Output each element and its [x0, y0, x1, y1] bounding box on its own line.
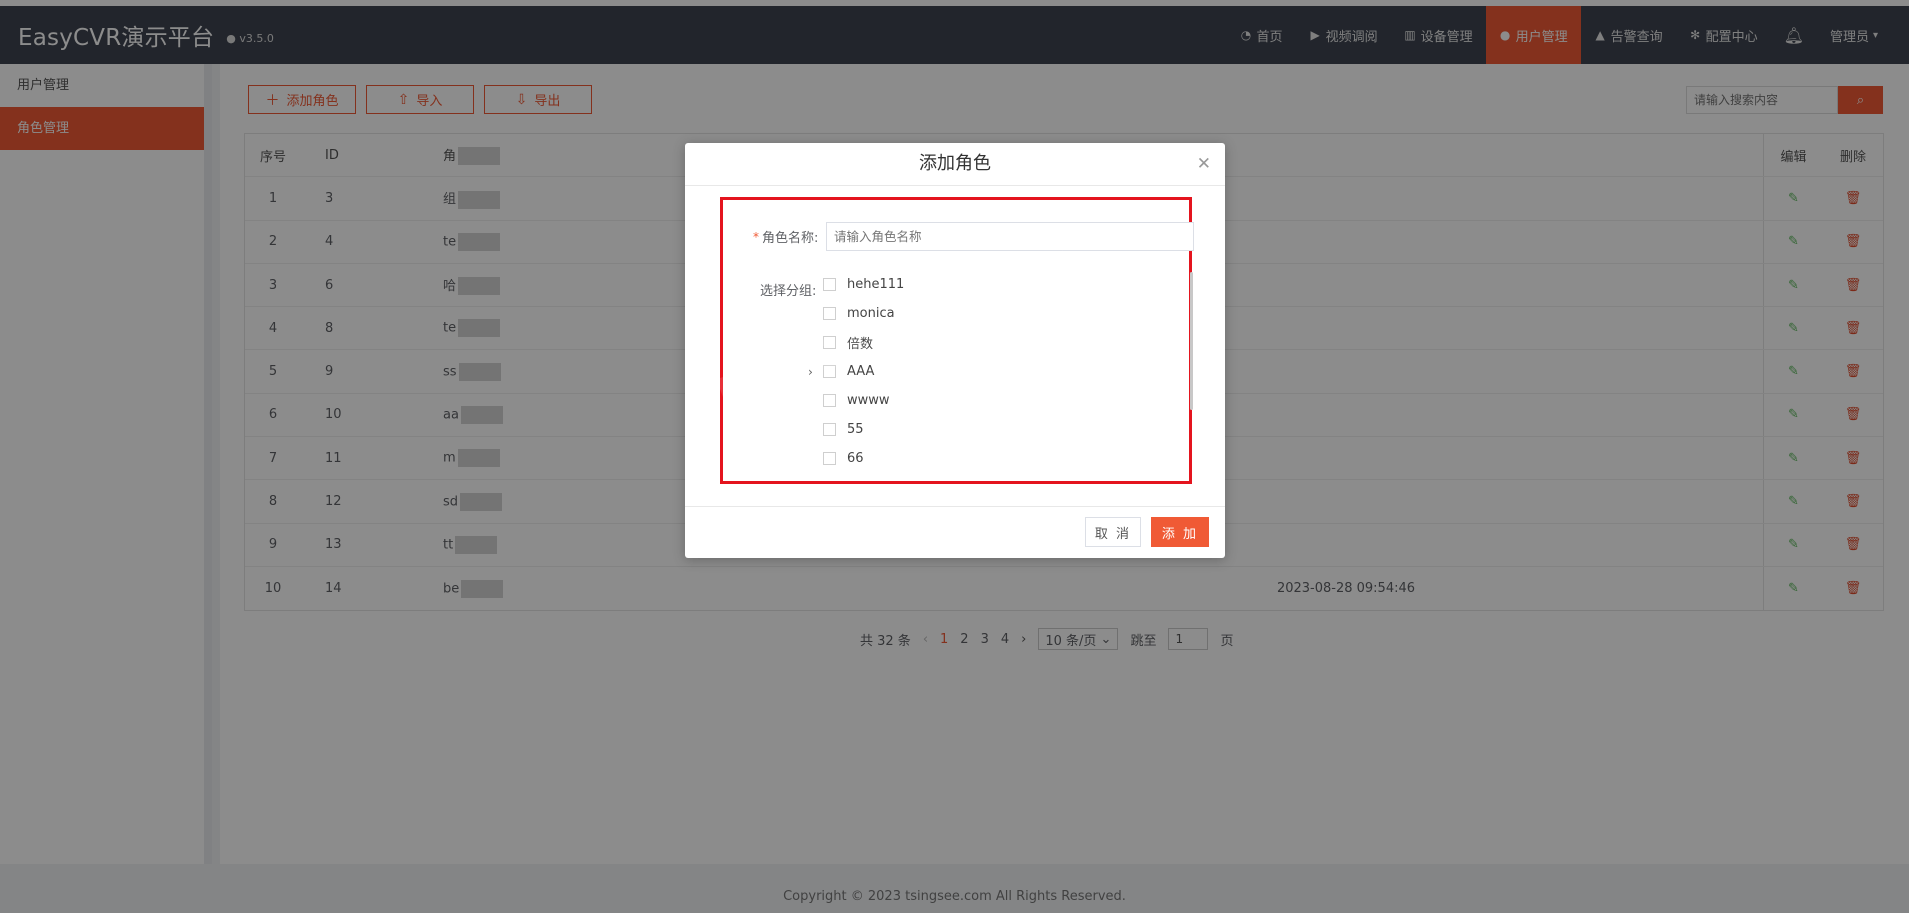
close-icon[interactable]: ✕ [1197, 143, 1211, 185]
group-label-text: wwww [847, 393, 890, 408]
dialog-title: 添加角色 [919, 153, 991, 174]
tree-scrollbar[interactable] [1190, 272, 1193, 410]
group-label-text: 55 [847, 422, 864, 437]
add-button[interactable]: 添 加 [1151, 517, 1209, 547]
group-checkbox[interactable] [823, 394, 836, 407]
group-tree-item[interactable]: wwww [823, 386, 1109, 415]
add-role-dialog: 添加角色 ✕ * 角色名称: 选择分组: hehe111 monica 倍数 › AAA… [685, 143, 1225, 558]
group-checkbox[interactable] [823, 452, 836, 465]
dialog-footer: 取 消 添 加 [685, 506, 1225, 558]
group-label-text: monica [847, 306, 895, 321]
role-name-field: * 角色名称: [753, 222, 1194, 251]
group-checkbox[interactable] [823, 278, 836, 291]
cancel-button[interactable]: 取 消 [1085, 517, 1141, 547]
group-tree-item[interactable]: › AAA [808, 357, 1109, 386]
group-checkbox[interactable] [823, 423, 836, 436]
dialog-header: 添加角色 ✕ [685, 143, 1225, 186]
role-name-input[interactable] [826, 222, 1194, 251]
group-tree-item[interactable]: hehe111 [823, 270, 1109, 299]
group-label-text: 66 [847, 451, 864, 466]
required-mark: * [753, 229, 759, 244]
group-checkbox[interactable] [823, 365, 836, 378]
group-tree-item[interactable]: monica [823, 299, 1109, 328]
highlight-box: * 角色名称: 选择分组: hehe111 monica 倍数 › AAA wwww 55 6… [720, 197, 1194, 484]
group-label-text: AAA [847, 364, 875, 379]
chevron-right-icon[interactable]: › [808, 365, 818, 379]
group-label-text: 倍数 [847, 337, 874, 352]
group-checkbox[interactable] [823, 336, 836, 349]
role-name-label: 角色名称: [762, 231, 819, 246]
group-tree-item[interactable]: 55 [823, 415, 1109, 444]
group-tree-item[interactable]: 66 [823, 444, 1109, 473]
group-label-text: hehe111 [847, 277, 905, 292]
group-tree: hehe111 monica 倍数 › AAA wwww 55 66 [808, 270, 1109, 473]
group-tree-item[interactable]: 倍数 [823, 328, 1109, 357]
group-label: 选择分组: [760, 284, 817, 299]
group-checkbox[interactable] [823, 307, 836, 320]
